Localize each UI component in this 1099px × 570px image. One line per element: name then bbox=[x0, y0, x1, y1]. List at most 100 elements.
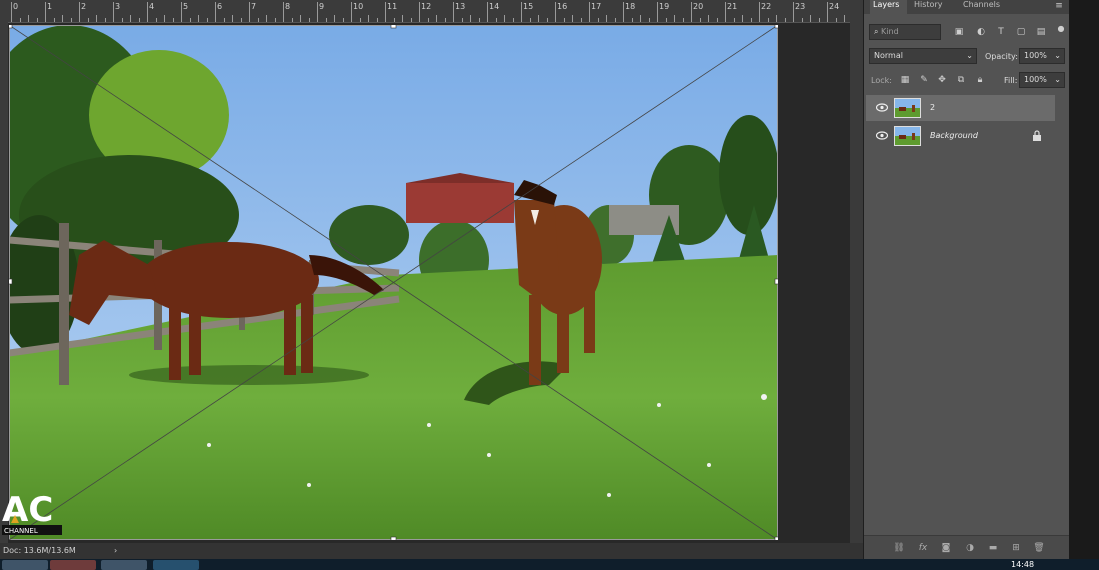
filter-shape-icon[interactable]: ▢ bbox=[1016, 27, 1026, 37]
ruler-minor-tick bbox=[223, 18, 225, 22]
lock-label: Lock: bbox=[871, 76, 892, 85]
layer-row-2[interactable]: 2 bbox=[866, 95, 1055, 121]
ruler-minor-tick bbox=[572, 15, 573, 22]
lock-transparent-icon[interactable]: ▦ bbox=[900, 75, 910, 85]
taskbar-app-button[interactable] bbox=[101, 560, 147, 570]
taskbar-photoshop-button[interactable] bbox=[153, 560, 199, 570]
lock-all-icon[interactable]: 🔒︎ bbox=[975, 75, 985, 85]
ruler-minor-tick bbox=[631, 18, 633, 22]
ruler-minor-tick bbox=[28, 15, 29, 22]
ruler-label: 17 bbox=[591, 2, 602, 11]
image-canvas[interactable] bbox=[9, 25, 778, 540]
ruler-major-tick bbox=[113, 2, 114, 22]
ruler-minor-tick bbox=[359, 18, 361, 22]
vertical-ruler[interactable] bbox=[0, 22, 8, 543]
ruler-minor-tick bbox=[504, 15, 505, 22]
ruler-minor-tick bbox=[640, 15, 641, 22]
layer-thumbnail bbox=[894, 126, 921, 146]
layer-thumbnail bbox=[894, 98, 921, 118]
layers-panel: Layers History Channels ≡ ⌕ Kind ▣ ◐ T ▢… bbox=[864, 0, 1069, 560]
ruler-minor-tick bbox=[674, 15, 675, 22]
filter-pixel-icon[interactable]: ▣ bbox=[954, 27, 964, 37]
ruler-major-tick bbox=[317, 2, 318, 22]
delete-layer-icon[interactable]: 🗑︎ bbox=[1032, 541, 1046, 555]
chevron-down-icon: ⌄ bbox=[966, 51, 973, 60]
ruler-minor-tick bbox=[257, 18, 259, 22]
ruler-minor-tick bbox=[614, 18, 616, 22]
ruler-minor-tick bbox=[232, 15, 233, 22]
kind-label: Kind bbox=[881, 27, 899, 36]
opacity-label: Opacity: bbox=[985, 52, 1018, 61]
layer-row-background[interactable]: Background bbox=[866, 123, 1055, 149]
ruler-label: 21 bbox=[727, 2, 738, 11]
add-mask-icon[interactable]: ◙ bbox=[939, 541, 953, 555]
taskbar-browser-button[interactable] bbox=[50, 560, 96, 570]
tab-history[interactable]: History bbox=[914, 0, 942, 14]
ruler-label: 19 bbox=[659, 2, 670, 11]
ruler-minor-tick bbox=[393, 18, 395, 22]
ruler-minor-tick bbox=[96, 15, 97, 22]
ruler-minor-tick bbox=[835, 18, 837, 22]
opacity-field[interactable]: 100% ⌄ bbox=[1019, 48, 1065, 64]
ruler-minor-tick bbox=[325, 18, 327, 22]
ruler-label: 14 bbox=[489, 2, 500, 11]
ruler-major-tick bbox=[351, 2, 352, 22]
lock-pixels-icon[interactable]: ✎ bbox=[919, 75, 929, 85]
ruler-major-tick bbox=[11, 2, 12, 22]
ruler-label: 9 bbox=[319, 2, 325, 11]
filter-smart-object-icon[interactable]: ▤ bbox=[1036, 27, 1046, 37]
ruler-minor-tick bbox=[563, 18, 565, 22]
search-icon: ⌕ bbox=[874, 27, 879, 36]
fill-field[interactable]: 100% ⌄ bbox=[1019, 72, 1065, 88]
ruler-minor-tick bbox=[172, 18, 174, 22]
ruler-minor-tick bbox=[580, 18, 582, 22]
adjustment-layer-icon[interactable]: ◑ bbox=[963, 541, 977, 555]
ruler-minor-tick bbox=[155, 18, 157, 22]
ruler-minor-tick bbox=[121, 18, 123, 22]
vertical-scrollbar[interactable] bbox=[850, 0, 863, 543]
ruler-major-tick bbox=[589, 2, 590, 22]
ruler-label: 22 bbox=[761, 2, 772, 11]
ruler-minor-tick bbox=[444, 18, 446, 22]
visibility-eye-icon[interactable] bbox=[876, 103, 888, 112]
ruler-minor-tick bbox=[410, 18, 412, 22]
ruler-label: 3 bbox=[115, 2, 121, 11]
document-workspace: 0 1 2 3 4 5 6 7 8 9 10 11 12 13 14 15 16 17 18 19 20 21 22 23 24 bbox=[0, 0, 863, 543]
ruler-label: 6 bbox=[217, 2, 223, 11]
ruler-minor-tick bbox=[461, 18, 463, 22]
link-layers-icon[interactable]: ⛓ bbox=[892, 541, 906, 555]
layer-name: Background bbox=[930, 131, 978, 140]
panel-menu-icon[interactable]: ≡ bbox=[1054, 1, 1064, 11]
ruler-minor-tick bbox=[478, 18, 480, 22]
ruler-minor-tick bbox=[767, 18, 769, 22]
ruler-major-tick bbox=[147, 2, 148, 22]
ruler-minor-tick bbox=[274, 18, 276, 22]
layer-style-fx-icon[interactable]: fx bbox=[916, 541, 930, 555]
filter-adjustment-icon[interactable]: ◐ bbox=[976, 27, 986, 37]
ruler-major-tick bbox=[79, 2, 80, 22]
ruler-major-tick bbox=[793, 2, 794, 22]
layer-filter-kind[interactable]: ⌕ Kind bbox=[869, 24, 941, 40]
new-group-icon[interactable]: ▬ bbox=[986, 541, 1000, 555]
tab-channels[interactable]: Channels bbox=[963, 0, 1000, 14]
ruler-label: 18 bbox=[625, 2, 636, 11]
ruler-label: 0 bbox=[13, 2, 19, 11]
ac-channel-logo: AC CHANNEL bbox=[2, 490, 62, 535]
lock-position-icon[interactable]: ✥ bbox=[937, 75, 947, 85]
filter-toggle-icon[interactable]: ● bbox=[1056, 24, 1066, 34]
ruler-minor-tick bbox=[308, 18, 310, 22]
blend-mode-select[interactable]: Normal ⌄ bbox=[869, 48, 977, 64]
ruler-minor-tick bbox=[733, 18, 735, 22]
new-layer-icon[interactable]: ⊞ bbox=[1009, 541, 1023, 555]
ruler-label: 8 bbox=[285, 2, 291, 11]
taskbar-explorer-button[interactable] bbox=[2, 560, 48, 570]
tab-layers[interactable]: Layers bbox=[870, 0, 907, 16]
status-menu-arrow[interactable]: › bbox=[114, 546, 117, 555]
lock-artboard-icon[interactable]: ⧉ bbox=[956, 75, 966, 85]
horizontal-ruler[interactable]: 0 1 2 3 4 5 6 7 8 9 10 11 12 13 14 15 16 17 18 19 20 21 22 23 24 bbox=[0, 0, 854, 23]
filter-type-icon[interactable]: T bbox=[996, 27, 1006, 37]
ruler-minor-tick bbox=[597, 18, 599, 22]
ruler-minor-tick bbox=[402, 15, 403, 22]
visibility-eye-icon[interactable] bbox=[876, 131, 888, 140]
ruler-major-tick bbox=[45, 2, 46, 22]
